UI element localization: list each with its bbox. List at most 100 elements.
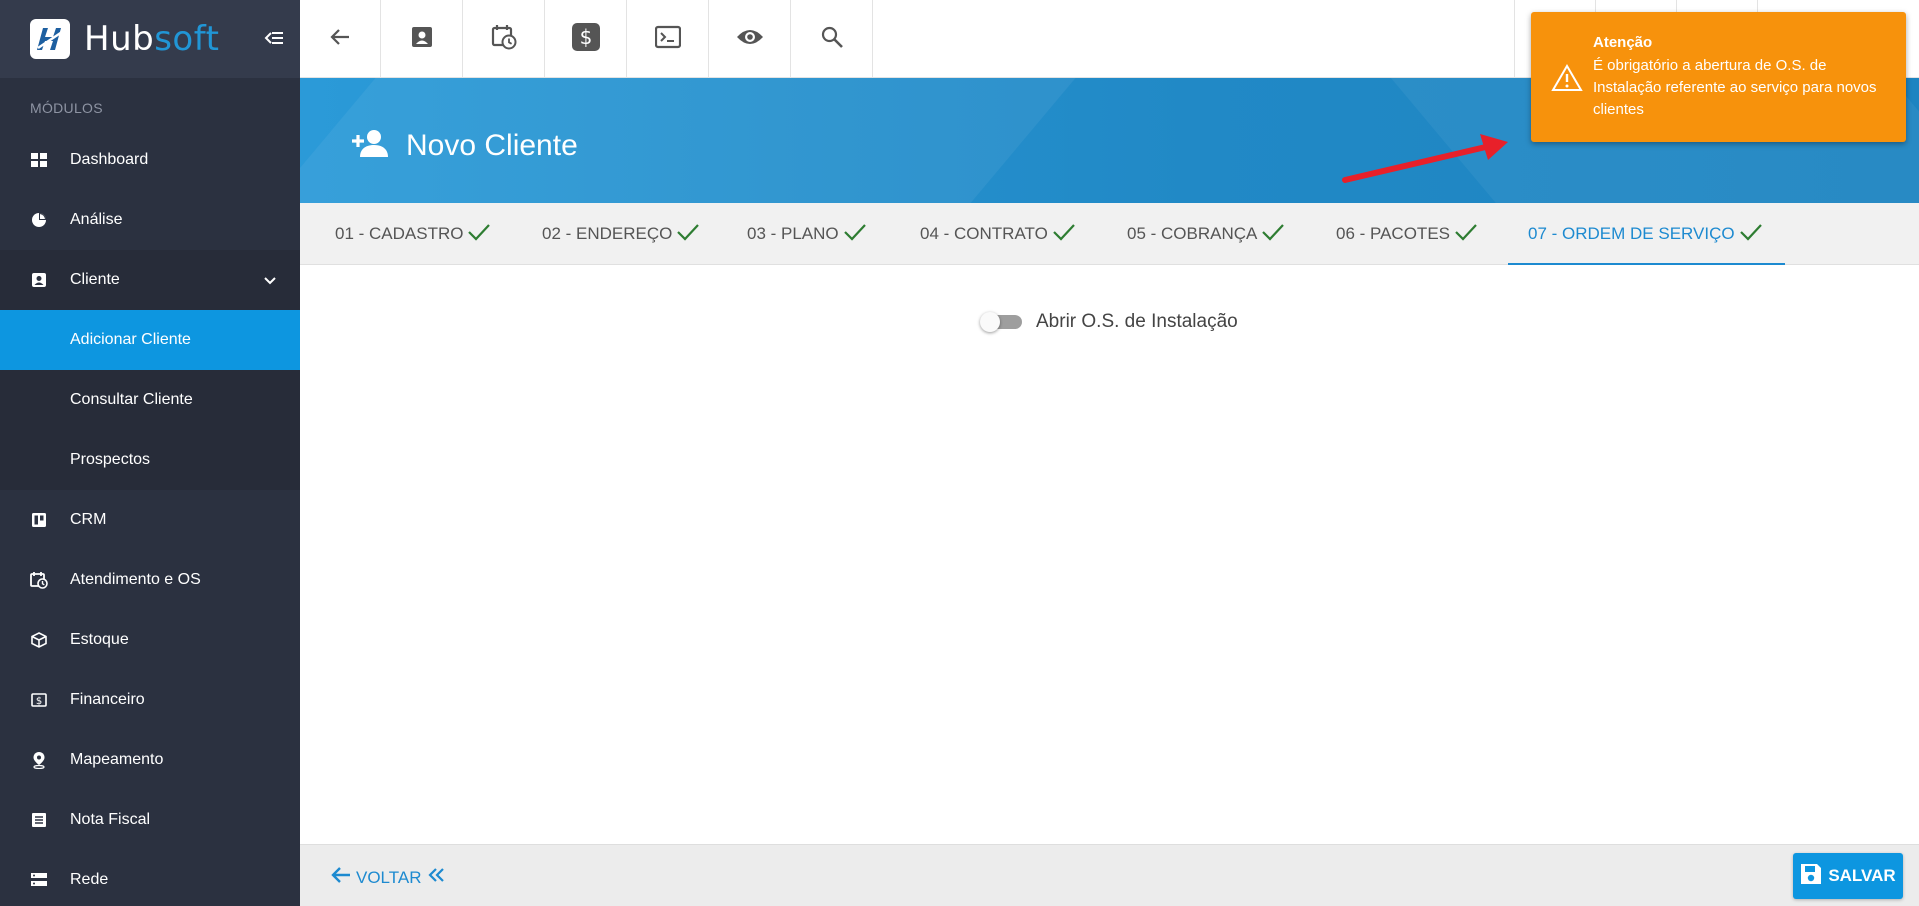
pie-chart-icon [30, 211, 48, 229]
step-label: 07 - ORDEM DE SERVIÇO [1528, 224, 1735, 243]
red-annotation-arrow [1342, 134, 1508, 183]
check-icon [1261, 222, 1285, 247]
arrow-left-icon [330, 865, 352, 890]
sidebar-item-label: Cliente [70, 271, 120, 288]
dollar-icon: $ [571, 22, 601, 57]
dashboard-icon [30, 151, 48, 169]
sidebar-item-label: CRM [70, 511, 107, 528]
receipt-icon [30, 811, 48, 829]
terminal-button[interactable] [628, 0, 709, 78]
install-os-toggle-label: Abrir O.S. de Instalação [1036, 311, 1238, 332]
check-icon [676, 222, 700, 247]
sidebar-item-mapeamento[interactable]: Mapeamento [0, 730, 300, 790]
sidebar-item-atendimento-os[interactable]: Atendimento e OS [0, 550, 300, 610]
warning-icon [1551, 64, 1583, 97]
money-icon: $ [30, 691, 48, 709]
terminal-icon [654, 25, 682, 54]
wizard-steps: 01 - CADASTRO 02 - ENDEREÇO 03 - PLANO 0… [300, 203, 1919, 265]
calendar-clock-icon [30, 571, 48, 589]
page-title: Novo Cliente [406, 128, 578, 162]
hubsoft-logo[interactable] [30, 19, 70, 59]
brand-name-part2: soft [154, 19, 220, 59]
step-label: 05 - COBRANÇA [1127, 224, 1258, 243]
check-icon [1454, 222, 1478, 247]
back-button[interactable] [300, 0, 381, 78]
sidebar-item-label: Análise [70, 211, 123, 228]
svg-text:$: $ [36, 696, 42, 707]
financial-button[interactable]: $ [546, 0, 627, 78]
sidebar-subitem-label: Adicionar Cliente [70, 331, 191, 348]
sidebar-item-label: Rede [70, 871, 109, 888]
step-label: 01 - CADASTRO [335, 224, 464, 243]
sidebar-subitem-consultar-cliente[interactable]: Consultar Cliente [0, 370, 300, 430]
brand-bar: Hubsoft [0, 0, 300, 78]
step-label: 06 - PACOTES [1336, 224, 1450, 243]
sidebar-item-label: Financeiro [70, 691, 145, 708]
sidebar-item-label: Dashboard [70, 151, 149, 168]
sidebar-subitem-adicionar-cliente[interactable]: Adicionar Cliente [0, 310, 300, 370]
sidebar-subitem-label: Consultar Cliente [70, 391, 193, 408]
sidebar-item-analise[interactable]: Análise [0, 190, 300, 250]
step-tab-pacotes[interactable]: 06 - PACOTES [1336, 203, 1478, 265]
sidebar-item-rede[interactable]: Rede [0, 850, 300, 906]
schedule-button[interactable] [464, 0, 545, 78]
back-arrow-icon [329, 27, 351, 52]
view-button[interactable] [710, 0, 791, 78]
footer-bar: VOLTAR SALVAR [300, 844, 1919, 906]
double-chevron-left-icon [427, 866, 446, 889]
sidebar-subitem-label: Prospectos [70, 451, 151, 468]
step-label: 02 - ENDEREÇO [542, 224, 673, 243]
search-button[interactable] [792, 0, 873, 78]
save-icon [1800, 863, 1822, 890]
package-icon [30, 631, 48, 649]
check-icon [1739, 222, 1763, 247]
sidebar-item-label: Estoque [70, 631, 129, 648]
trello-board-icon [30, 511, 48, 529]
toast-title: Atenção [1593, 34, 1653, 51]
sidebar-item-financeiro[interactable]: $ Financeiro [0, 670, 300, 730]
sidebar-item-label: Nota Fiscal [70, 811, 151, 828]
voltar-button[interactable]: VOLTAR [330, 865, 446, 890]
eye-icon [736, 27, 764, 52]
map-pin-icon [30, 751, 48, 769]
collapse-menu-icon[interactable] [264, 27, 284, 53]
page-title-group: Novo Cliente [350, 128, 578, 163]
step-tab-ordem-de-servico[interactable]: 07 - ORDEM DE SERVIÇO [1508, 203, 1785, 265]
client-card-button[interactable] [382, 0, 463, 78]
calendar-clock-icon [491, 24, 517, 55]
toast-message: É obrigatório a abertura de O.S. de Inst… [1593, 57, 1877, 118]
brand-name: Hubsoft [84, 19, 219, 59]
sidebar-item-label: Atendimento e OS [70, 571, 201, 588]
brand-name-part1: Hub [84, 19, 155, 59]
modules-section-label: MÓDULOS [30, 100, 103, 116]
step-tab-cobranca[interactable]: 05 - COBRANÇA [1127, 203, 1285, 265]
sidebar-item-dashboard[interactable]: Dashboard [0, 130, 300, 190]
search-icon [820, 25, 844, 54]
sidebar-item-nota-fiscal[interactable]: Nota Fiscal [0, 790, 300, 850]
salvar-button[interactable]: SALVAR [1793, 853, 1903, 899]
svg-text:$: $ [580, 25, 593, 49]
chevron-down-icon [264, 272, 276, 290]
voltar-label: VOLTAR [356, 867, 422, 887]
check-icon [1052, 222, 1076, 247]
sidebar-item-estoque[interactable]: Estoque [0, 610, 300, 670]
contact-card-icon [30, 271, 48, 289]
step-tab-contrato[interactable]: 04 - CONTRATO [920, 203, 1076, 265]
check-icon [843, 222, 867, 247]
step-tab-endereco[interactable]: 02 - ENDEREÇO [542, 203, 700, 265]
step-label: 04 - CONTRATO [920, 224, 1048, 243]
person-add-icon [350, 128, 388, 163]
step-tab-cadastro[interactable]: 01 - CADASTRO [335, 203, 491, 265]
check-icon [467, 222, 491, 247]
sidebar: Hubsoft MÓDULOS Dashboard Análise Client… [0, 0, 300, 906]
sidebar-item-label: Mapeamento [70, 751, 164, 768]
step-tab-plano[interactable]: 03 - PLANO [747, 203, 867, 265]
server-icon [30, 871, 48, 889]
sidebar-item-crm[interactable]: CRM [0, 490, 300, 550]
install-os-toggle[interactable] [980, 310, 1024, 334]
sidebar-item-cliente[interactable]: Cliente [0, 250, 300, 310]
warning-toast[interactable]: Atenção É obrigatório a abertura de O.S.… [1531, 12, 1906, 142]
install-os-toggle-row: Abrir O.S. de Instalação [980, 310, 1238, 334]
sidebar-subitem-prospectos[interactable]: Prospectos [0, 430, 300, 490]
step-label: 03 - PLANO [747, 224, 839, 243]
